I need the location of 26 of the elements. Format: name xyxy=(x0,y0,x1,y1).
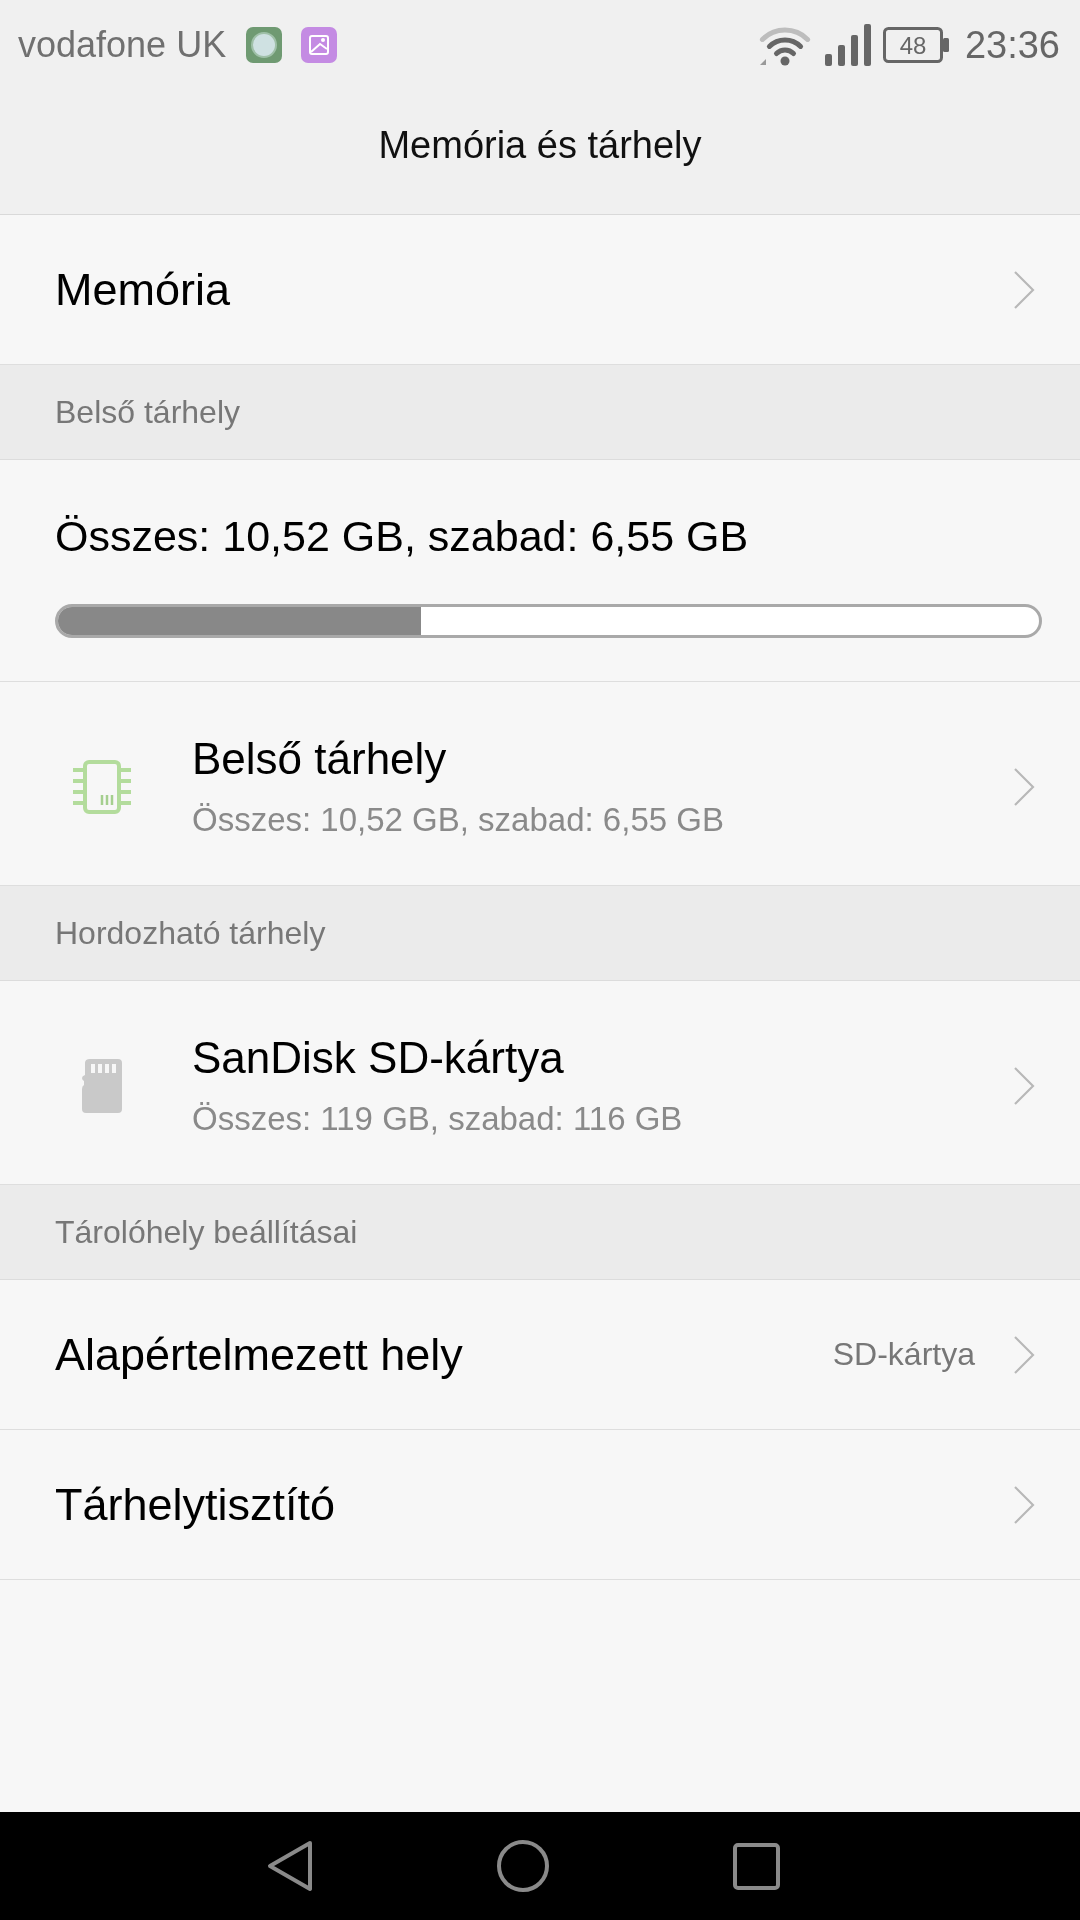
carrier-name: vodafone UK xyxy=(18,24,227,66)
section-header: Hordozható tárhely xyxy=(0,886,1080,981)
chevron-icon xyxy=(1013,1334,1035,1375)
section-header: Belső tárhely xyxy=(0,365,1080,460)
storage-summary: Összes: 10,52 GB, szabad: 6,55 GB xyxy=(55,511,749,562)
section-header: Tárolóhely beállításai xyxy=(0,1185,1080,1280)
clock-time: 23:36 xyxy=(964,23,1060,67)
chevron-icon xyxy=(1013,1065,1035,1106)
storage-details: Összes: 10,52 GB, szabad: 6,55 GB xyxy=(192,800,724,840)
screen-title: Memória és tárhely xyxy=(378,123,702,167)
storage-name: Belső tárhely xyxy=(192,733,447,785)
chevron-icon xyxy=(1013,1484,1035,1525)
image-icon xyxy=(301,27,338,63)
value-text: SD-kártya xyxy=(832,1336,975,1373)
chevron-icon xyxy=(1013,269,1035,310)
back-icon[interactable] xyxy=(267,1840,313,1892)
app-notification-icon xyxy=(246,27,283,63)
home-icon[interactable] xyxy=(497,1840,549,1892)
memory-card-icon xyxy=(82,1058,122,1113)
recent-apps-icon[interactable] xyxy=(733,1842,780,1890)
signal-icon xyxy=(824,24,871,66)
chevron-icon xyxy=(1013,766,1035,807)
battery-indicator: 48 xyxy=(882,27,949,63)
storage-details: Összes: 119 GB, szabad: 116 GB xyxy=(192,1099,683,1139)
chip-icon xyxy=(73,759,131,814)
storage-name: SanDisk SD-kártya xyxy=(192,1032,564,1084)
